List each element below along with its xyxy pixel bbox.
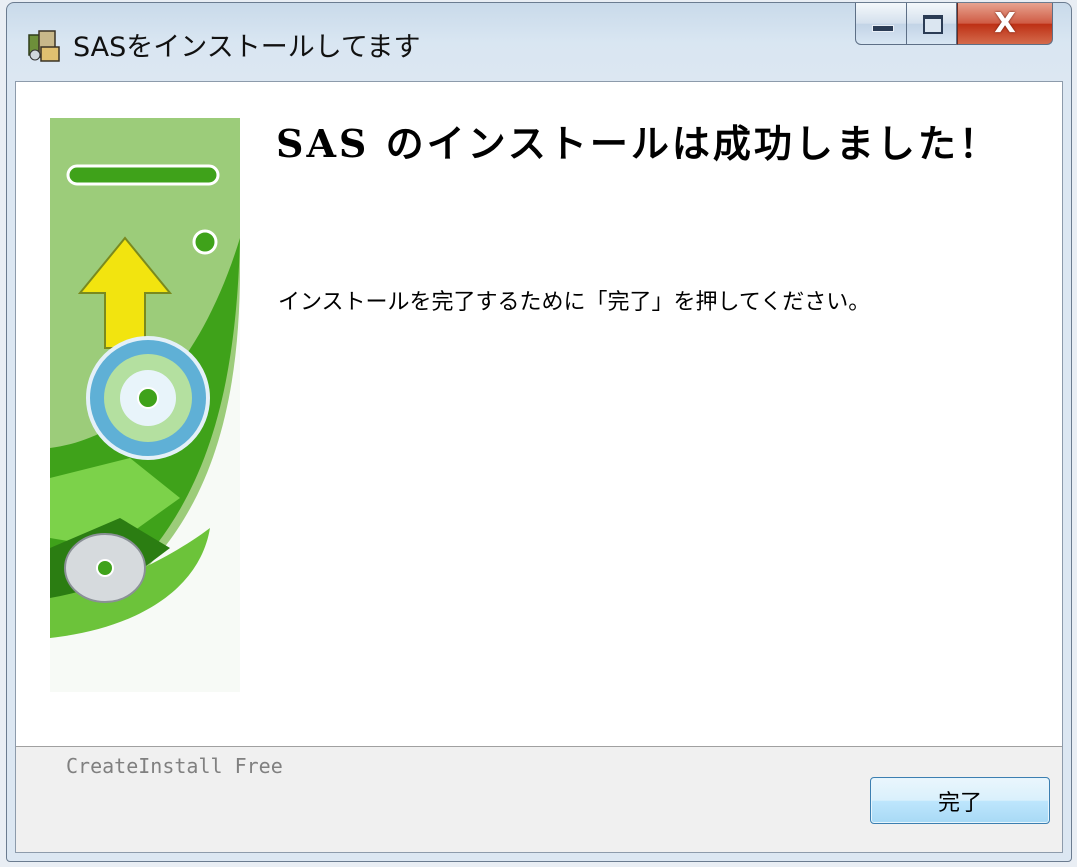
minimize-icon bbox=[872, 25, 894, 32]
installer-brand-label: CreateInstall Free bbox=[66, 754, 283, 778]
close-icon: X bbox=[994, 6, 1016, 39]
installer-window: SASをインストールしてます X SAS のインストールは成功しました！ インス… bbox=[6, 2, 1072, 862]
maximize-icon bbox=[923, 15, 943, 34]
instruction-message: インストールを完了するために「完了」を押してください。 bbox=[278, 290, 871, 315]
minimize-button[interactable] bbox=[855, 3, 907, 45]
installer-app-icon bbox=[28, 30, 60, 62]
window-title: SASをインストールしてます bbox=[73, 32, 421, 63]
dialog-client-area: SAS のインストールは成功しました！ インストールを完了するために「完了」を押… bbox=[15, 81, 1063, 853]
success-heading: SAS のインストールは成功しました！ bbox=[276, 121, 1000, 166]
title-bar[interactable]: SASをインストールしてます X bbox=[7, 3, 1071, 81]
finish-button[interactable]: 完了 bbox=[870, 777, 1050, 824]
caption-buttons: X bbox=[855, 3, 1053, 49]
close-button[interactable]: X bbox=[957, 3, 1053, 45]
installer-side-graphic bbox=[50, 118, 240, 692]
maximize-button[interactable] bbox=[907, 3, 957, 45]
content-panel: SAS のインストールは成功しました！ インストールを完了するために「完了」を押… bbox=[16, 82, 1062, 747]
